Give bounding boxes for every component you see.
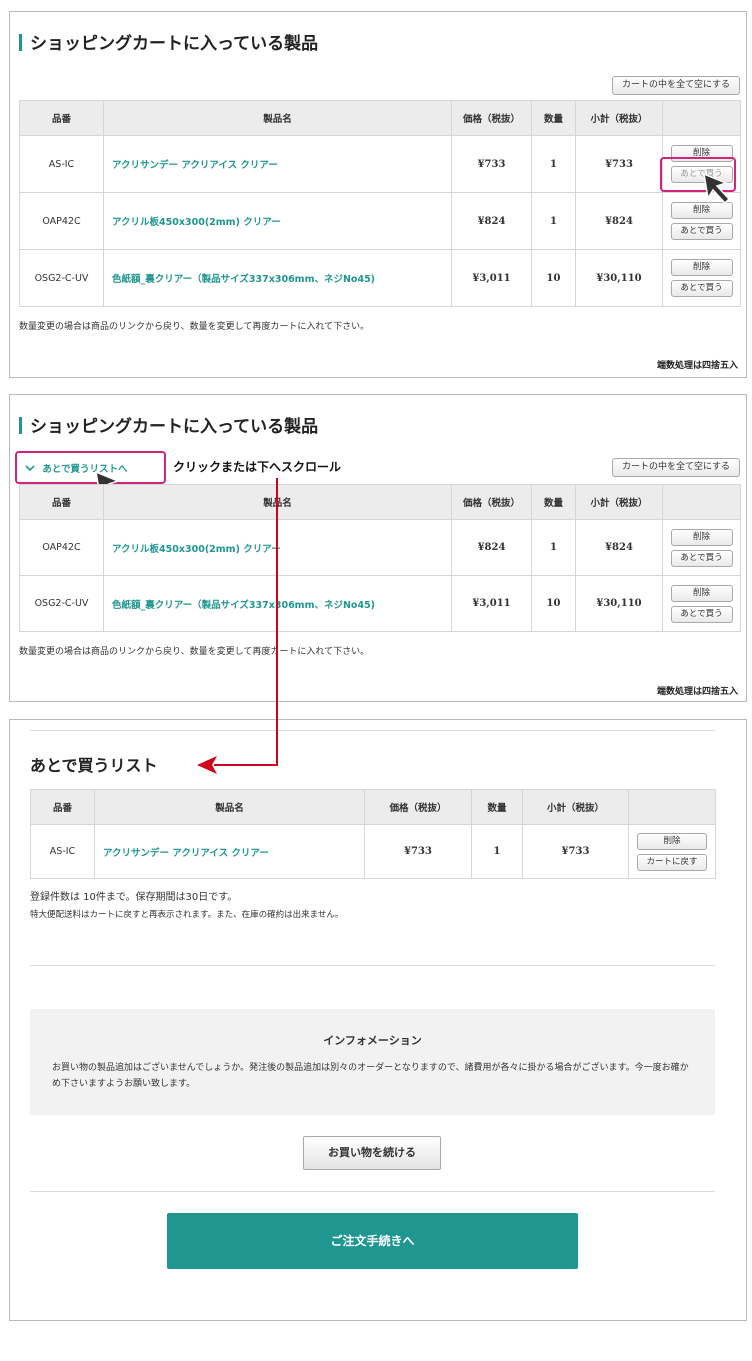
scroll-arrow-icon bbox=[197, 478, 278, 774]
